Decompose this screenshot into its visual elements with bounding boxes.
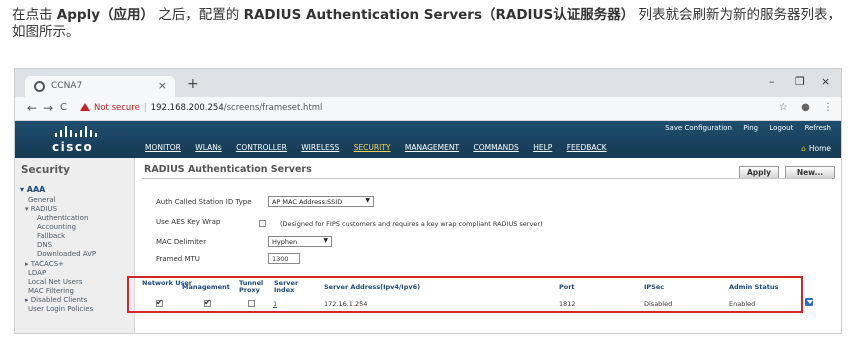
intro-text-1: 在点击	[12, 7, 57, 23]
cisco-logo: cisco	[51, 125, 103, 155]
aes-key-wrap-note: (Designed for FIPS customers and require…	[280, 220, 543, 228]
minimize-button[interactable]: –	[769, 75, 775, 88]
title-divider	[142, 178, 832, 179]
browser-tab-bar: CCNA7 × + – ❐ ×	[15, 69, 841, 97]
header-right-links: Save Configuration Ping Logout Refresh	[656, 124, 831, 132]
warning-icon	[80, 103, 90, 111]
sidebar-item-radius[interactable]: ▾ RADIUS	[25, 205, 57, 213]
reload-button[interactable]: C	[60, 102, 67, 113]
station-id-label: Auth Called Station ID Type	[156, 198, 252, 206]
sidebar-item-fallback[interactable]: Fallback	[37, 232, 65, 240]
menu-help[interactable]: HELP	[533, 143, 552, 152]
home-icon: ⌂	[801, 144, 806, 153]
home-link[interactable]: ⌂ Home	[801, 144, 831, 153]
sidebar-item-mac-filtering[interactable]: MAC Filtering	[28, 287, 74, 295]
sidebar-item-local-net-users[interactable]: Local Net Users	[28, 278, 82, 286]
sidebar-item-general[interactable]: General	[28, 196, 56, 204]
sidebar-item-disabled-clients[interactable]: ▸ Disabled Clients	[25, 296, 87, 304]
favicon-icon	[34, 81, 45, 92]
aes-key-wrap-label: Use AES Key Wrap	[156, 218, 221, 226]
intro-apply: Apply（应用）	[56, 7, 154, 23]
sidebar-item-authentication[interactable]: Authentication	[37, 214, 88, 222]
dropdown-arrow-icon: ▼	[323, 237, 328, 244]
menu-management[interactable]: MANAGEMENT	[405, 143, 459, 152]
new-tab-button[interactable]: +	[187, 76, 199, 92]
sidebar-item-tacacs[interactable]: ▸ TACACS+	[25, 260, 64, 268]
restore-button[interactable]: ❐	[795, 75, 805, 88]
back-button[interactable]: ←	[27, 101, 37, 115]
sidebar-title: Security	[21, 164, 71, 176]
menu-feedback[interactable]: FEEDBACK	[567, 143, 607, 152]
sidebar-item-user-login-policies[interactable]: User Login Policies	[28, 305, 93, 313]
home-label: Home	[808, 144, 831, 153]
station-id-select[interactable]: AP MAC Address:SSID ▼	[268, 196, 374, 207]
url-field[interactable]: Not secure | 192.168.200.254/screens/frame…	[80, 103, 322, 113]
not-secure-label: Not secure	[94, 103, 140, 113]
page-title: RADIUS Authentication Servers	[144, 164, 312, 175]
cisco-bridge-icon	[55, 126, 99, 137]
cisco-header: cisco MONITOR WLANs CONTROLLER WIRELESS …	[15, 121, 841, 158]
aes-key-wrap-checkbox[interactable]	[259, 220, 266, 227]
dropdown-arrow-icon: ▼	[365, 197, 370, 204]
menu-security[interactable]: SECURITY	[354, 143, 391, 152]
address-bar: ← → C Not secure | 192.168.200.254/screens…	[15, 97, 841, 121]
intro-paragraph: 在点击 Apply（应用） 之后，配置的 RADIUS Authenticati…	[12, 7, 844, 41]
browser-menu-icon[interactable]: ⋮	[823, 102, 833, 113]
forward-button[interactable]: →	[43, 101, 53, 115]
intro-text-2: 之后，配置的	[154, 7, 244, 23]
station-id-value: AP MAC Address:SSID	[272, 198, 343, 206]
mac-delimiter-value: Hyphen	[272, 238, 298, 246]
sidebar-item-accounting[interactable]: Accounting	[37, 223, 76, 231]
cisco-wordmark: cisco	[52, 140, 94, 154]
logout-link[interactable]: Logout	[769, 124, 793, 132]
menu-controller[interactable]: CONTROLLER	[236, 143, 287, 152]
save-configuration-link[interactable]: Save Configuration	[665, 124, 732, 132]
security-sidebar: Security ▾ AAA General ▾ RADIUS Authenti…	[15, 158, 135, 333]
bookmark-star-icon[interactable]: ☆	[779, 102, 788, 113]
url-separator: |	[143, 103, 147, 113]
tab-close-icon[interactable]: ×	[158, 79, 167, 92]
browser-tab[interactable]: CCNA7 ×	[25, 76, 175, 97]
sidebar-item-dns[interactable]: DNS	[37, 241, 52, 249]
sidebar-item-aaa[interactable]: ▾ AAA	[20, 185, 45, 194]
top-menu: MONITOR WLANs CONTROLLER WIRELESS SECURI…	[145, 143, 619, 152]
url-path: /screens/frameset.html	[223, 103, 323, 113]
framed-mtu-label: Framed MTU	[156, 255, 200, 263]
framed-mtu-input[interactable]: 1300	[268, 253, 300, 264]
menu-wireless[interactable]: WIRELESS	[301, 143, 339, 152]
url-host: 192.168.200.254	[150, 103, 224, 113]
mac-delimiter-label: MAC Delimiter	[156, 238, 207, 246]
row-action-dropdown-icon[interactable]	[805, 298, 813, 306]
profile-icon[interactable]: ●	[801, 102, 810, 113]
sidebar-item-downloaded-avp[interactable]: Downloaded AVP	[37, 250, 96, 258]
window-close-button[interactable]: ×	[821, 75, 830, 88]
ping-link[interactable]: Ping	[743, 124, 758, 132]
intro-servers: RADIUS Authentication Servers（RADIUS认证服务…	[243, 7, 635, 23]
mac-delimiter-select[interactable]: Hyphen ▼	[268, 236, 332, 247]
menu-wlans[interactable]: WLANs	[195, 143, 221, 152]
refresh-link[interactable]: Refresh	[805, 124, 831, 132]
menu-monitor[interactable]: MONITOR	[145, 143, 181, 152]
sidebar-item-ldap[interactable]: LDAP	[28, 269, 46, 277]
tab-title: CCNA7	[51, 81, 83, 91]
address-bar-icons: ☆ ● ⋮	[769, 102, 833, 113]
highlight-box	[127, 276, 803, 313]
menu-commands[interactable]: COMMANDS	[473, 143, 518, 152]
